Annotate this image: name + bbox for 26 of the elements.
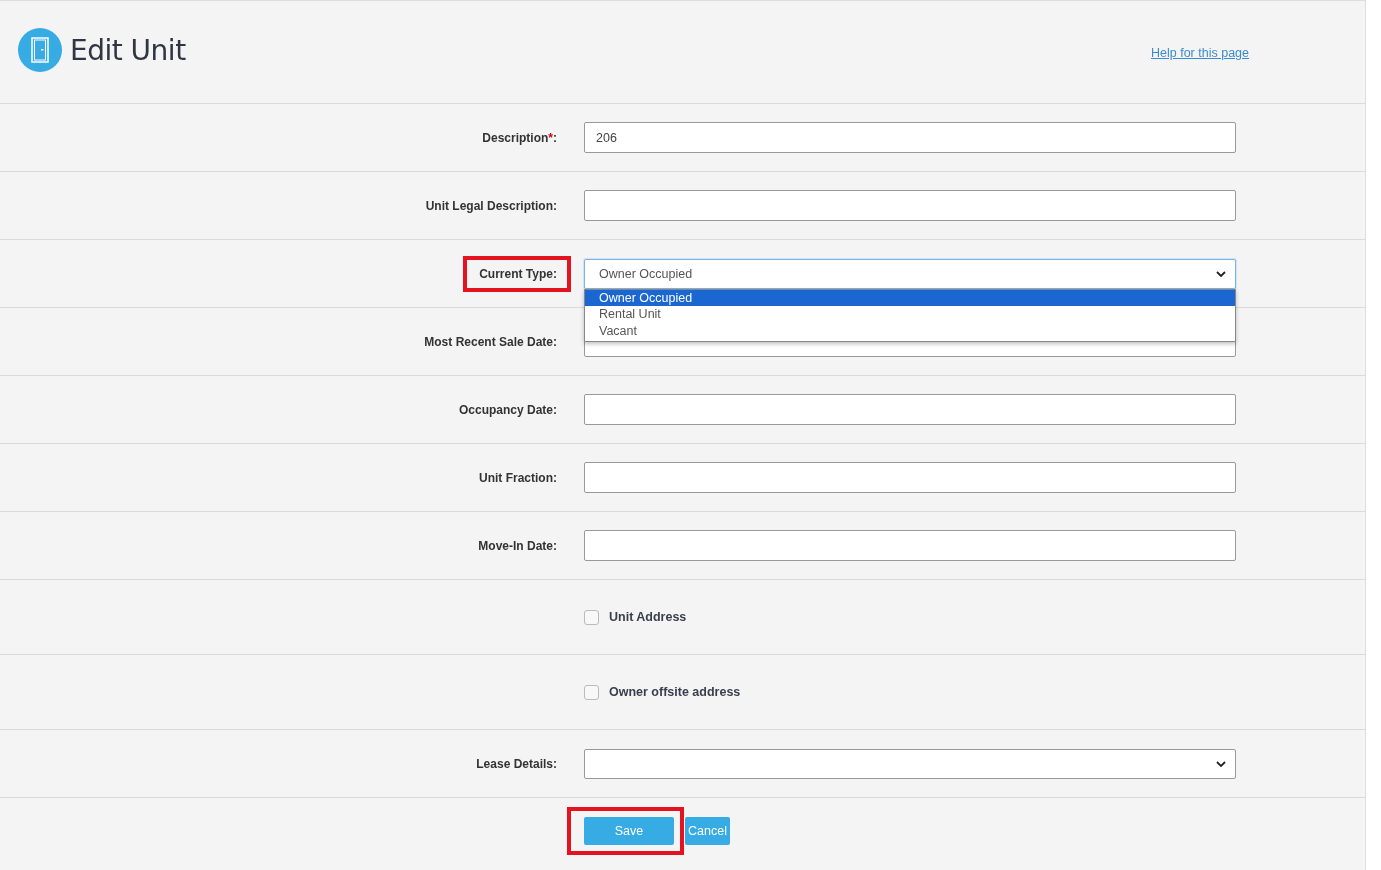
field-label: Unit Legal Description: — [425, 198, 557, 213]
field-label: Lease Details: — [476, 756, 557, 771]
field-label: Current Type: — [479, 266, 557, 281]
text-field[interactable] — [584, 190, 1236, 221]
text-field[interactable] — [584, 462, 1236, 493]
field-label: Move-In Date: — [478, 538, 557, 553]
checkbox[interactable] — [584, 609, 599, 625]
dropdown-option[interactable]: Rental Unit — [585, 306, 1235, 323]
chevron-down-icon — [1216, 760, 1226, 767]
checkbox-label: Owner offsite address — [609, 685, 741, 699]
dropdown-option[interactable]: Owner Occupied — [585, 289, 1235, 306]
select-field[interactable]: Owner Occupied — [584, 258, 1236, 289]
text-field[interactable] — [584, 530, 1236, 561]
field-label: Description*: — [482, 130, 557, 145]
chevron-down-icon — [1216, 270, 1226, 277]
field-label: Occupancy Date: — [458, 402, 557, 417]
checkbox[interactable] — [584, 684, 599, 700]
door-icon — [18, 28, 62, 72]
text-field[interactable] — [584, 394, 1236, 425]
field-label: Most Recent Sale Date: — [424, 334, 557, 349]
checkbox-label: Unit Address — [609, 610, 687, 624]
text-field[interactable]: 206 — [584, 122, 1236, 153]
page-title: Edit Unit — [70, 33, 186, 67]
field-label: Unit Fraction: — [479, 470, 557, 485]
dropdown-option[interactable]: Vacant — [585, 322, 1235, 339]
select-field[interactable] — [584, 748, 1236, 779]
